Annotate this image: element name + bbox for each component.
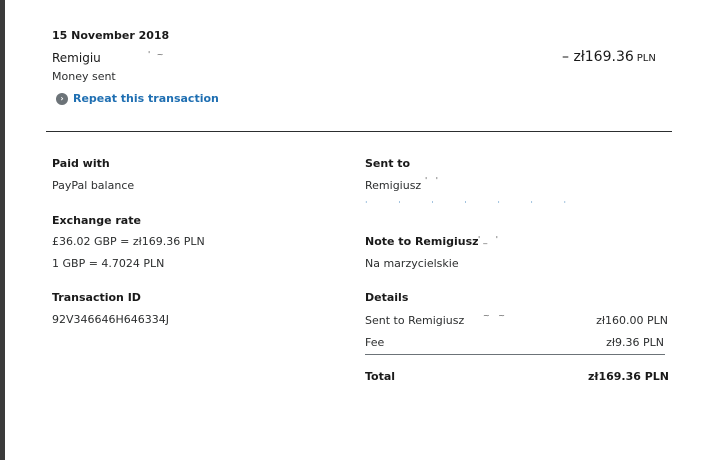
paid-with-label: Paid with (52, 157, 110, 170)
repeat-transaction-link[interactable]: › Repeat this transaction (56, 92, 219, 105)
sent-to-email-redacted[interactable]: · · · · · · · (365, 198, 580, 207)
total-amount: zł169.36 PLN (587, 370, 669, 383)
transaction-amount: – zł169.36 PLN (562, 49, 656, 65)
note-label-redacted: '_ ' (478, 235, 501, 244)
transaction-status: Money sent (52, 70, 116, 83)
note-value: Na marzycielskie (365, 257, 459, 270)
window-edge (0, 0, 5, 460)
recipient-name-redacted: ' ~ (148, 50, 166, 59)
details-row-amount: zł160.00 PLN (596, 314, 668, 327)
sent-to-name-redacted: ' ' (425, 176, 441, 185)
transaction-details-page: 15 November 2018 Remigiu ' ~ Money sent … (0, 0, 722, 460)
details-row-label: Fee (365, 336, 385, 349)
paid-with-value: PayPal balance (52, 179, 135, 192)
sent-to-label: Sent to (365, 157, 411, 170)
note-label: Note to Remigiusz (365, 235, 479, 248)
details-row-redacted: ~ ~ (483, 311, 508, 320)
exchange-rate-label: Exchange rate (52, 214, 141, 227)
chevron-right-circle-icon: › (56, 92, 68, 105)
recipient-name: Remigiu (52, 51, 101, 65)
details-row-label: Sent to Remigiusz (365, 314, 465, 327)
exchange-rate-line1: £36.02 GBP = zł169.36 PLN (52, 235, 205, 248)
section-divider (46, 131, 672, 132)
amount-currency: PLN (636, 53, 656, 64)
details-divider (365, 354, 665, 355)
repeat-transaction-label: Repeat this transaction (73, 92, 219, 105)
transaction-id-label: Transaction ID (52, 291, 141, 304)
details-row-amount: zł9.36 PLN (606, 336, 664, 349)
total-label: Total (365, 370, 396, 383)
amount-value: – zł169.36 (562, 49, 634, 65)
details-label: Details (365, 291, 409, 304)
transaction-id-value: 92V346646H646334J (52, 313, 170, 326)
transaction-date: 15 November 2018 (52, 29, 170, 42)
exchange-rate-line2: 1 GBP = 4.7024 PLN (52, 257, 165, 270)
sent-to-name: Remigiusz (365, 179, 422, 192)
